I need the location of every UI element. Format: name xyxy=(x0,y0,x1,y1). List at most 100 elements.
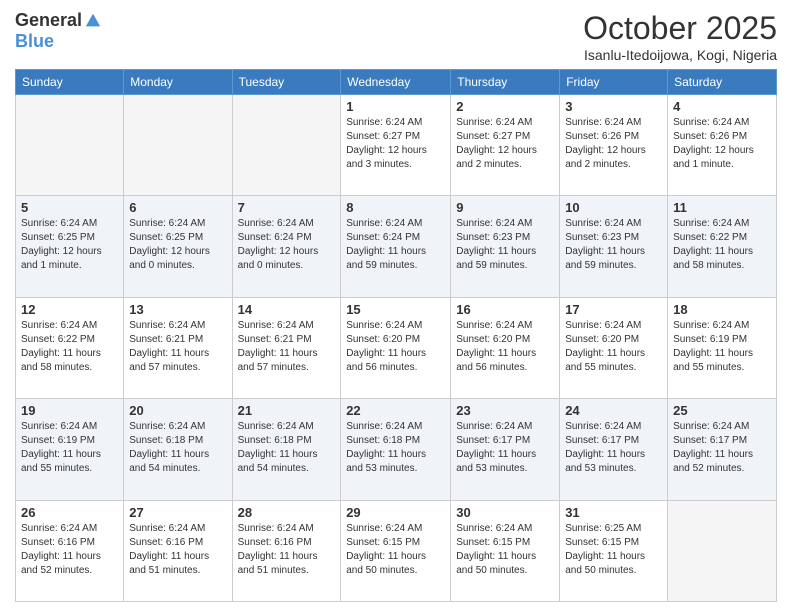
day-number: 22 xyxy=(346,403,445,418)
calendar-header-row: SundayMondayTuesdayWednesdayThursdayFrid… xyxy=(16,70,777,95)
calendar-cell: 9 Sunrise: 6:24 AM Sunset: 6:23 PM Daylig… xyxy=(451,196,560,297)
day-number: 26 xyxy=(21,505,118,520)
day-content: Sunrise: 6:24 AM Sunset: 6:24 PM Dayligh… xyxy=(346,217,445,273)
calendar-cell: 4Sunrise: 6:24 AM Sunset: 6:26 PM Daylig… xyxy=(668,95,777,196)
month-title: October 2025 xyxy=(583,10,777,47)
calendar-cell: 6 Sunrise: 6:24 AM Sunset: 6:25 PM Daylig… xyxy=(124,196,232,297)
day-number: 28 xyxy=(238,505,336,520)
day-content: Sunrise: 6:24 AM Sunset: 6:23 PM Dayligh… xyxy=(565,217,662,273)
calendar-cell xyxy=(668,500,777,601)
day-number: 16 xyxy=(456,302,554,317)
day-content: Sunrise: 6:24 AM Sunset: 6:16 PM Dayligh… xyxy=(238,522,336,578)
calendar-cell: 17 Sunrise: 6:24 AM Sunset: 6:20 PM Dayli… xyxy=(560,297,668,398)
day-content: Sunrise: 6:24 AM Sunset: 6:27 PM Dayligh… xyxy=(346,116,445,172)
day-content: Sunrise: 6:24 AM Sunset: 6:18 PM Dayligh… xyxy=(346,420,445,476)
day-content: Sunrise: 6:24 AM Sunset: 6:15 PM Dayligh… xyxy=(346,522,445,578)
calendar-cell: 7 Sunrise: 6:24 AM Sunset: 6:24 PM Daylig… xyxy=(232,196,341,297)
calendar-day-header: Sunday xyxy=(16,70,124,95)
calendar-week-row: 5 Sunrise: 6:24 AM Sunset: 6:25 PM Daylig… xyxy=(16,196,777,297)
day-number: 11 xyxy=(673,200,771,215)
calendar-day-header: Friday xyxy=(560,70,668,95)
day-content: Sunrise: 6:24 AM Sunset: 6:24 PM Dayligh… xyxy=(238,217,336,273)
day-number: 21 xyxy=(238,403,336,418)
day-content: Sunrise: 6:24 AM Sunset: 6:21 PM Dayligh… xyxy=(129,319,226,375)
header: General Blue October 2025 Isanlu-Itedoij… xyxy=(15,10,777,63)
calendar-day-header: Tuesday xyxy=(232,70,341,95)
day-content: Sunrise: 6:24 AM Sunset: 6:15 PM Dayligh… xyxy=(456,522,554,578)
day-number: 19 xyxy=(21,403,118,418)
calendar-cell: 11Sunrise: 6:24 AM Sunset: 6:22 PM Dayli… xyxy=(668,196,777,297)
day-number: 2 xyxy=(456,99,554,114)
day-number: 5 xyxy=(21,200,118,215)
calendar: SundayMondayTuesdayWednesdayThursdayFrid… xyxy=(15,69,777,602)
day-content: Sunrise: 6:24 AM Sunset: 6:20 PM Dayligh… xyxy=(565,319,662,375)
calendar-day-header: Monday xyxy=(124,70,232,95)
calendar-cell: 29 Sunrise: 6:24 AM Sunset: 6:15 PM Dayli… xyxy=(341,500,451,601)
day-content: Sunrise: 6:24 AM Sunset: 6:23 PM Dayligh… xyxy=(456,217,554,273)
calendar-cell: 20Sunrise: 6:24 AM Sunset: 6:18 PM Dayli… xyxy=(124,399,232,500)
calendar-cell: 23Sunrise: 6:24 AM Sunset: 6:17 PM Dayli… xyxy=(451,399,560,500)
calendar-cell: 12Sunrise: 6:24 AM Sunset: 6:22 PM Dayli… xyxy=(16,297,124,398)
calendar-cell: 13 Sunrise: 6:24 AM Sunset: 6:21 PM Dayli… xyxy=(124,297,232,398)
day-number: 25 xyxy=(673,403,771,418)
logo-icon xyxy=(84,12,102,30)
day-content: Sunrise: 6:24 AM Sunset: 6:20 PM Dayligh… xyxy=(346,319,445,375)
calendar-cell xyxy=(232,95,341,196)
day-number: 13 xyxy=(129,302,226,317)
day-number: 8 xyxy=(346,200,445,215)
day-number: 29 xyxy=(346,505,445,520)
day-content: Sunrise: 6:24 AM Sunset: 6:19 PM Dayligh… xyxy=(21,420,118,476)
calendar-cell: 3Sunrise: 6:24 AM Sunset: 6:26 PM Daylig… xyxy=(560,95,668,196)
day-number: 1 xyxy=(346,99,445,114)
calendar-cell: 14 Sunrise: 6:24 AM Sunset: 6:21 PM Dayli… xyxy=(232,297,341,398)
calendar-cell: 2 Sunrise: 6:24 AM Sunset: 6:27 PM Daylig… xyxy=(451,95,560,196)
calendar-cell: 19 Sunrise: 6:24 AM Sunset: 6:19 PM Dayli… xyxy=(16,399,124,500)
day-number: 4 xyxy=(673,99,771,114)
logo: General Blue xyxy=(15,10,102,52)
calendar-cell: 5 Sunrise: 6:24 AM Sunset: 6:25 PM Daylig… xyxy=(16,196,124,297)
day-number: 10 xyxy=(565,200,662,215)
calendar-cell: 31Sunrise: 6:25 AM Sunset: 6:15 PM Dayli… xyxy=(560,500,668,601)
calendar-day-header: Wednesday xyxy=(341,70,451,95)
page: General Blue October 2025 Isanlu-Itedoij… xyxy=(0,0,792,612)
calendar-week-row: 19 Sunrise: 6:24 AM Sunset: 6:19 PM Dayli… xyxy=(16,399,777,500)
day-content: Sunrise: 6:24 AM Sunset: 6:21 PM Dayligh… xyxy=(238,319,336,375)
day-number: 20 xyxy=(129,403,226,418)
day-number: 31 xyxy=(565,505,662,520)
calendar-day-header: Saturday xyxy=(668,70,777,95)
day-content: Sunrise: 6:24 AM Sunset: 6:16 PM Dayligh… xyxy=(21,522,118,578)
day-content: Sunrise: 6:24 AM Sunset: 6:16 PM Dayligh… xyxy=(129,522,226,578)
calendar-cell: 22 Sunrise: 6:24 AM Sunset: 6:18 PM Dayli… xyxy=(341,399,451,500)
calendar-cell: 26 Sunrise: 6:24 AM Sunset: 6:16 PM Dayli… xyxy=(16,500,124,601)
day-content: Sunrise: 6:24 AM Sunset: 6:17 PM Dayligh… xyxy=(565,420,662,476)
day-content: Sunrise: 6:24 AM Sunset: 6:17 PM Dayligh… xyxy=(456,420,554,476)
logo-blue: Blue xyxy=(15,31,54,52)
day-content: Sunrise: 6:24 AM Sunset: 6:18 PM Dayligh… xyxy=(238,420,336,476)
day-content: Sunrise: 6:24 AM Sunset: 6:25 PM Dayligh… xyxy=(21,217,118,273)
day-content: Sunrise: 6:24 AM Sunset: 6:22 PM Dayligh… xyxy=(21,319,118,375)
calendar-day-header: Thursday xyxy=(451,70,560,95)
day-number: 14 xyxy=(238,302,336,317)
day-content: Sunrise: 6:24 AM Sunset: 6:27 PM Dayligh… xyxy=(456,116,554,172)
day-number: 6 xyxy=(129,200,226,215)
logo-general: General xyxy=(15,10,82,31)
day-number: 7 xyxy=(238,200,336,215)
day-number: 3 xyxy=(565,99,662,114)
day-content: Sunrise: 6:24 AM Sunset: 6:17 PM Dayligh… xyxy=(673,420,771,476)
day-number: 9 xyxy=(456,200,554,215)
day-number: 30 xyxy=(456,505,554,520)
calendar-cell: 30 Sunrise: 6:24 AM Sunset: 6:15 PM Dayli… xyxy=(451,500,560,601)
day-content: Sunrise: 6:24 AM Sunset: 6:25 PM Dayligh… xyxy=(129,217,226,273)
calendar-week-row: 26 Sunrise: 6:24 AM Sunset: 6:16 PM Dayli… xyxy=(16,500,777,601)
calendar-cell: 24Sunrise: 6:24 AM Sunset: 6:17 PM Dayli… xyxy=(560,399,668,500)
calendar-cell: 25 Sunrise: 6:24 AM Sunset: 6:17 PM Dayli… xyxy=(668,399,777,500)
calendar-cell: 28 Sunrise: 6:24 AM Sunset: 6:16 PM Dayli… xyxy=(232,500,341,601)
calendar-cell: 18Sunrise: 6:24 AM Sunset: 6:19 PM Dayli… xyxy=(668,297,777,398)
calendar-cell: 8 Sunrise: 6:24 AM Sunset: 6:24 PM Daylig… xyxy=(341,196,451,297)
calendar-week-row: 1 Sunrise: 6:24 AM Sunset: 6:27 PM Daylig… xyxy=(16,95,777,196)
day-number: 15 xyxy=(346,302,445,317)
title-area: October 2025 Isanlu-Itedoijowa, Kogi, Ni… xyxy=(583,10,777,63)
calendar-cell: 16Sunrise: 6:24 AM Sunset: 6:20 PM Dayli… xyxy=(451,297,560,398)
calendar-cell: 21 Sunrise: 6:24 AM Sunset: 6:18 PM Dayli… xyxy=(232,399,341,500)
day-number: 17 xyxy=(565,302,662,317)
